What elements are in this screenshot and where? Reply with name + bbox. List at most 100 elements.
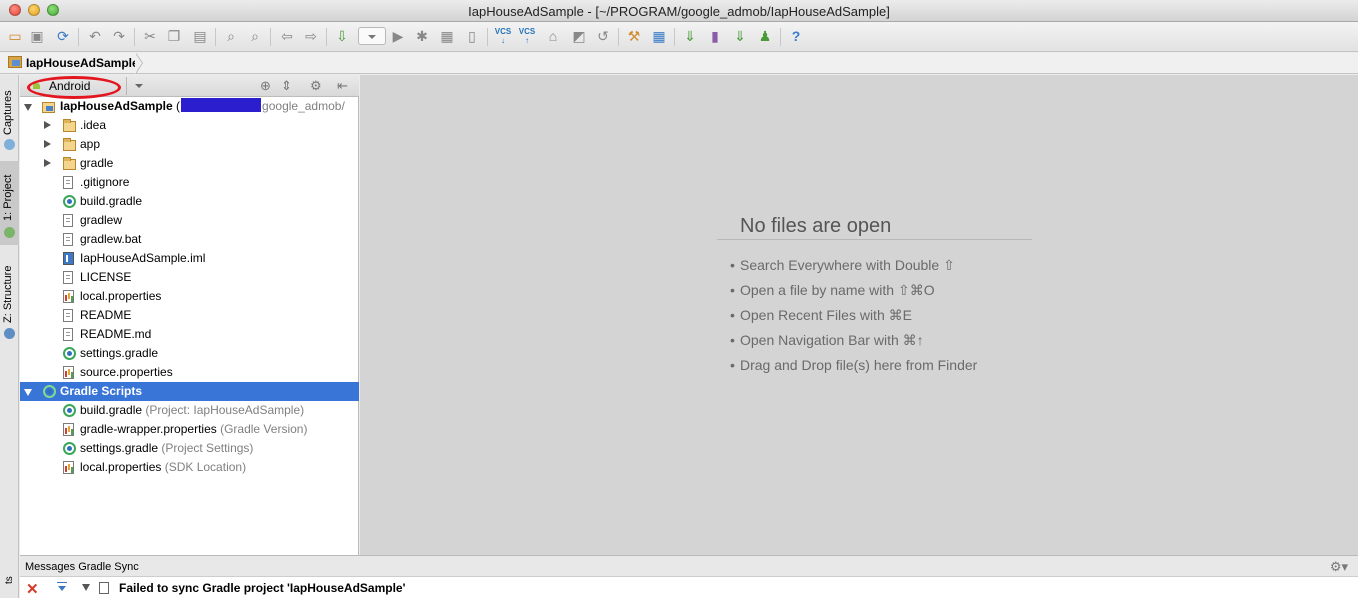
divider bbox=[717, 239, 1032, 240]
tree-item-app[interactable]: app bbox=[20, 135, 359, 154]
project-structure-icon[interactable]: ▦ bbox=[650, 27, 668, 45]
tree-item-label: build.gradle bbox=[80, 403, 143, 417]
module-icon bbox=[42, 102, 55, 113]
expand-arrow-icon[interactable] bbox=[24, 389, 32, 396]
tree-item-gradle-wrapper-properties[interactable]: gradle-wrapper.properties (Gradle Versio… bbox=[20, 420, 359, 439]
empty-editor-title: No files are open bbox=[740, 215, 892, 237]
tree-item-project-settings-gradle[interactable]: settings.gradle (Project Settings) bbox=[20, 439, 359, 458]
collapse-icon[interactable] bbox=[56, 581, 68, 593]
expand-arrow-icon[interactable] bbox=[44, 140, 51, 148]
properties-file-icon bbox=[63, 290, 74, 303]
text-file-icon bbox=[63, 214, 73, 227]
avd-manager-icon[interactable]: ▮ bbox=[706, 27, 724, 45]
scroll-from-source-icon[interactable]: ⊕ bbox=[260, 78, 271, 94]
sync-icon[interactable]: ⟳ bbox=[54, 27, 72, 45]
tree-item-path: google_admob/ bbox=[262, 99, 345, 113]
tree-item-readme-md[interactable]: README.md bbox=[20, 325, 359, 344]
properties-file-icon bbox=[63, 461, 74, 474]
find-icon[interactable]: ⌕ bbox=[222, 27, 240, 45]
tree-item-sdk-local-properties[interactable]: local.properties (SDK Location) bbox=[20, 458, 359, 477]
back-icon[interactable]: ⇦ bbox=[278, 27, 296, 45]
expand-arrow-icon[interactable] bbox=[44, 159, 51, 167]
editor-hint: • Open Recent Files with ⌘E bbox=[730, 307, 912, 323]
sync-error-message[interactable]: Failed to sync Gradle project 'IapHouseA… bbox=[119, 581, 405, 595]
folder-icon bbox=[63, 138, 76, 151]
tree-item-license[interactable]: LICENSE bbox=[20, 268, 359, 287]
sdk-manager-icon[interactable]: ⇓ bbox=[731, 27, 749, 45]
bottom-tool-tab[interactable]: ts bbox=[4, 576, 15, 584]
redo-icon[interactable]: ↷ bbox=[110, 27, 128, 45]
help-icon[interactable]: ? bbox=[787, 27, 805, 45]
tree-item-root[interactable]: IapHouseAdSample (google_admob/ bbox=[20, 97, 359, 116]
hide-panel-icon[interactable]: ⇤ bbox=[337, 78, 348, 94]
tab-structure[interactable]: Z: Structure bbox=[0, 251, 19, 347]
expand-arrow-icon[interactable] bbox=[44, 121, 51, 129]
make-icon[interactable]: ⇩ bbox=[333, 27, 351, 45]
tab-captures-label: Captures bbox=[2, 90, 14, 135]
vcs-update-icon[interactable]: VCS ↓ bbox=[494, 27, 512, 45]
open-icon[interactable]: ▭ bbox=[6, 27, 24, 45]
tree-item-label: IapHouseAdSample bbox=[60, 99, 173, 113]
tree-item-gradle[interactable]: gradle bbox=[20, 154, 359, 173]
gear-icon[interactable]: ⚙▾ bbox=[1330, 559, 1348, 575]
undo-icon[interactable]: ↶ bbox=[86, 27, 104, 45]
breadcrumb[interactable]: IapHouseAdSample bbox=[8, 56, 149, 72]
breadcrumb-separator bbox=[135, 53, 146, 74]
expand-arrow-icon[interactable] bbox=[82, 584, 90, 591]
android-monitor-icon[interactable]: ♟ bbox=[756, 27, 774, 45]
cut-icon[interactable]: ✂ bbox=[141, 27, 159, 45]
run-icon[interactable]: ▶ bbox=[389, 27, 407, 45]
breadcrumb-label: IapHouseAdSample bbox=[26, 56, 139, 70]
close-icon[interactable]: ✕ bbox=[26, 580, 39, 598]
run-config-dropdown[interactable] bbox=[358, 27, 386, 45]
paste-icon[interactable]: ▤ bbox=[191, 27, 209, 45]
tree-item-label: IapHouseAdSample.iml bbox=[80, 251, 206, 265]
tree-item-label: gradle-wrapper.properties bbox=[80, 422, 217, 436]
tree-item-project-build-gradle[interactable]: build.gradle (Project: IapHouseAdSample) bbox=[20, 401, 359, 420]
tree-item-idea[interactable]: .idea bbox=[20, 116, 359, 135]
editor-area[interactable]: No files are open • Search Everywhere wit… bbox=[360, 75, 1358, 555]
vcs-commit-icon[interactable]: VCS ↑ bbox=[518, 27, 536, 45]
replace-icon[interactable]: ⌕ bbox=[246, 27, 264, 45]
tree-item-label: README.md bbox=[80, 327, 152, 341]
tree-item-gitignore[interactable]: .gitignore bbox=[20, 173, 359, 192]
properties-file-icon bbox=[63, 423, 74, 436]
debug-icon[interactable]: ✱ bbox=[413, 27, 431, 45]
project-icon bbox=[4, 227, 15, 238]
tree-item-label: local.properties bbox=[80, 460, 162, 474]
vcs-compare-icon[interactable]: ⌂ bbox=[544, 27, 562, 45]
sync-gradle-icon[interactable]: ⇓ bbox=[681, 27, 699, 45]
project-tree: IapHouseAdSample (google_admob/ .idea ap… bbox=[20, 97, 359, 555]
tab-project[interactable]: 1: Project bbox=[0, 161, 19, 245]
revert-icon[interactable]: ↺ bbox=[594, 27, 612, 45]
text-file-icon bbox=[63, 233, 73, 246]
tree-item-settings-gradle[interactable]: settings.gradle bbox=[20, 344, 359, 363]
tree-item-build-gradle[interactable]: build.gradle bbox=[20, 192, 359, 211]
copy-icon[interactable]: ❐ bbox=[165, 27, 183, 45]
tree-item-label: gradle bbox=[80, 156, 114, 170]
main-toolbar: ▭ ▣ ⟳ ↶ ↷ ✂ ❐ ▤ ⌕ ⌕ ⇦ ⇨ ⇩ ▶ ✱ ▦ ▯ VCS ↓ V… bbox=[0, 22, 1358, 52]
settings-icon[interactable]: ⚒ bbox=[625, 27, 643, 45]
attach-icon[interactable]: ▯ bbox=[463, 27, 481, 45]
gear-icon[interactable]: ⚙ bbox=[310, 78, 322, 94]
forward-icon[interactable]: ⇨ bbox=[302, 27, 320, 45]
coverage-icon[interactable]: ▦ bbox=[438, 27, 456, 45]
tree-item-readme[interactable]: README bbox=[20, 306, 359, 325]
tab-captures[interactable]: Captures bbox=[0, 75, 19, 157]
tree-item-gradlew[interactable]: gradlew bbox=[20, 211, 359, 230]
collapse-all-icon[interactable]: ⇕ bbox=[281, 78, 292, 94]
gradle-icon bbox=[63, 195, 76, 208]
text-file-icon bbox=[63, 176, 73, 189]
save-icon[interactable]: ▣ bbox=[28, 27, 46, 45]
project-folder-icon bbox=[8, 56, 22, 68]
tree-item-iml[interactable]: IapHouseAdSample.iml bbox=[20, 249, 359, 268]
expand-arrow-icon[interactable] bbox=[24, 104, 32, 111]
tree-item-label: Gradle Scripts bbox=[60, 384, 143, 398]
tree-item-gradlew-bat[interactable]: gradlew.bat bbox=[20, 230, 359, 249]
title-bar: IapHouseAdSample - [~/PROGRAM/google_adm… bbox=[0, 0, 1358, 22]
tree-item-local-properties[interactable]: local.properties bbox=[20, 287, 359, 306]
tree-item-gradle-scripts[interactable]: Gradle Scripts bbox=[20, 382, 359, 401]
tree-item-source-properties[interactable]: source.properties bbox=[20, 363, 359, 382]
redacted-path bbox=[181, 98, 262, 112]
history-icon[interactable]: ◩ bbox=[570, 27, 588, 45]
